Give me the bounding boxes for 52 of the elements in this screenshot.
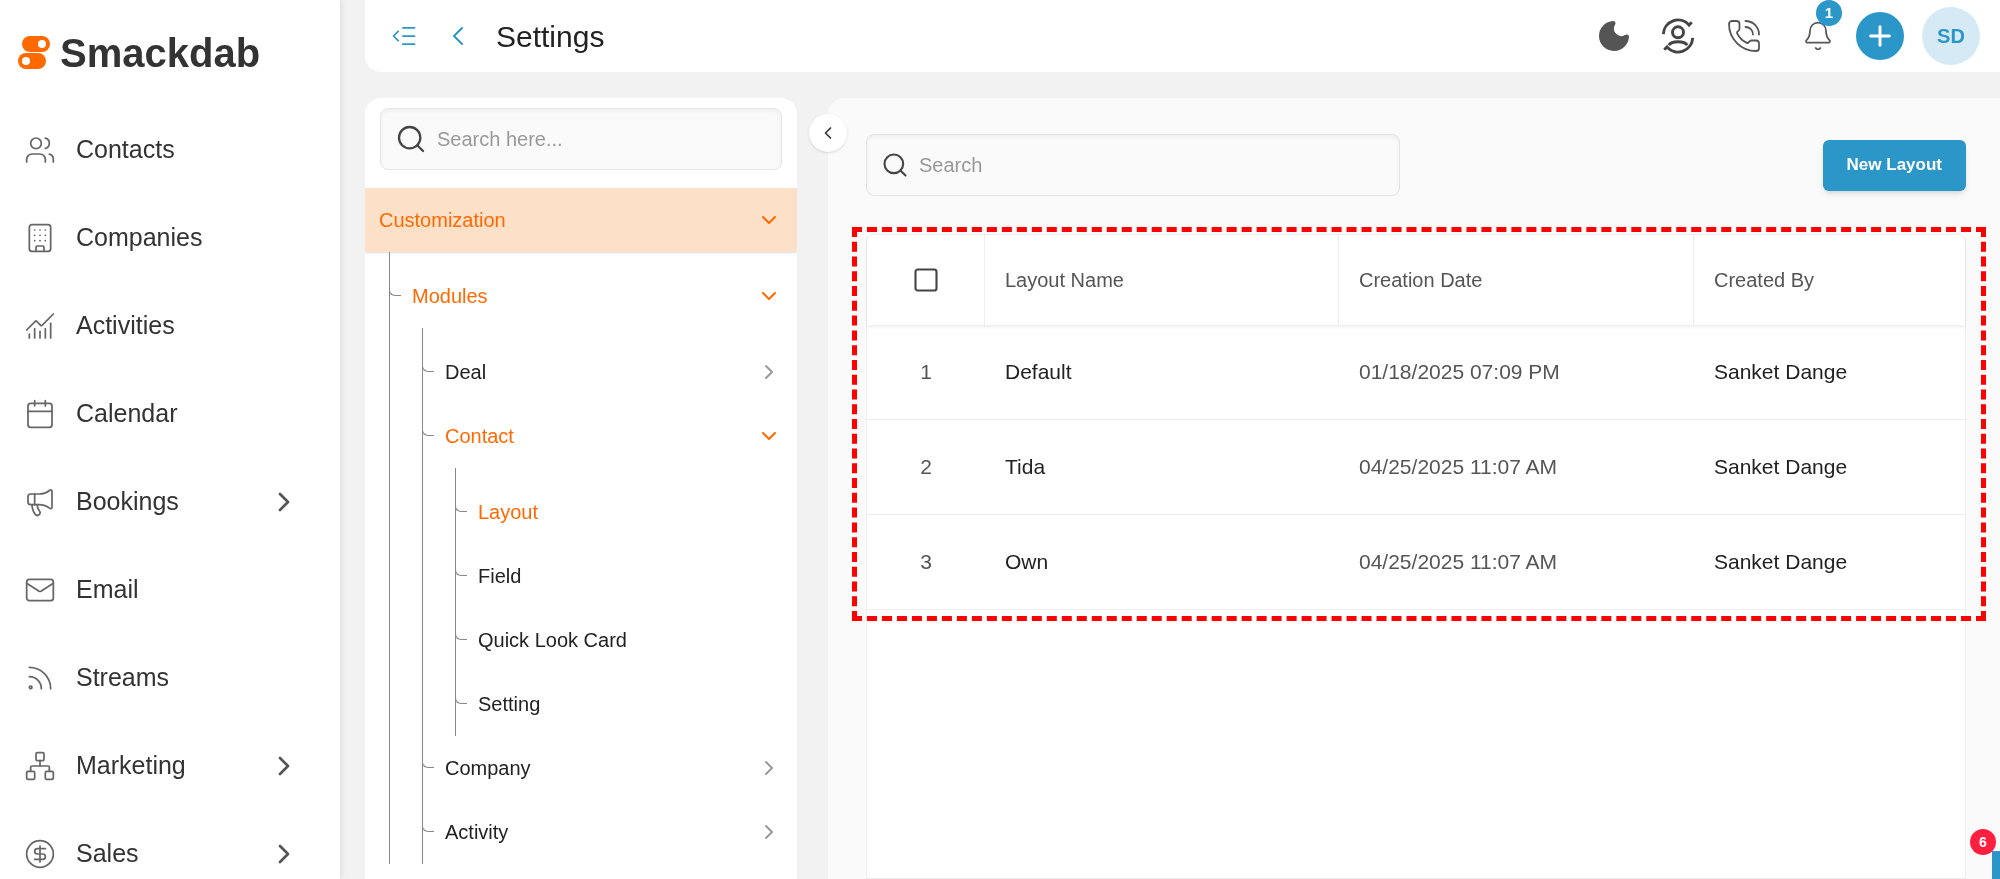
table-cell-text: Sanket Dange: [1713, 549, 1849, 576]
network-icon: [24, 750, 56, 782]
bell-icon[interactable]: [1802, 20, 1834, 52]
logo-icon: [16, 36, 52, 70]
tree-item[interactable]: Quick Look Card: [456, 608, 797, 672]
sidebar-item[interactable]: Companies: [16, 194, 340, 282]
row-number: 2: [920, 454, 932, 481]
search-icon: [881, 151, 909, 179]
sidebar-item[interactable]: Sales: [16, 810, 340, 879]
table-cell-text: 04/25/2025 11:07 AM: [1358, 454, 1559, 481]
table-cell-text: Tida: [1004, 454, 1047, 481]
layout-search-input[interactable]: Search: [919, 150, 1385, 180]
brand-name: Smackdab: [60, 30, 261, 77]
sidebar-item[interactable]: Calendar: [16, 370, 340, 458]
column-header: Created By: [1714, 268, 1815, 293]
sidebar-item[interactable]: Email: [16, 546, 340, 634]
tree-item[interactable]: Company: [423, 736, 797, 800]
add-button[interactable]: [1856, 12, 1904, 60]
tree-search-field[interactable]: Search here...: [380, 108, 782, 170]
sidebar-item[interactable]: Activities: [16, 282, 340, 370]
moon-icon[interactable]: [1596, 18, 1632, 54]
tree-search-input[interactable]: Search here...: [437, 124, 767, 154]
sidebar-item[interactable]: Bookings: [16, 458, 340, 546]
tree-item[interactable]: Setting: [456, 672, 797, 736]
table-cell-text: Default: [1004, 359, 1073, 386]
table-cell-text: Sanket Dange: [1713, 359, 1849, 386]
sidebar-item[interactable]: Contacts: [16, 106, 340, 194]
row-number: 3: [920, 549, 932, 576]
phone-icon[interactable]: [1726, 18, 1762, 54]
table-cell-text: 01/18/2025 07:09 PM: [1358, 359, 1561, 386]
table-cell-text: Own: [1004, 549, 1050, 576]
sidebar-item[interactable]: Marketing: [16, 722, 340, 810]
table-cell-text: 04/25/2025 11:07 AM: [1358, 549, 1559, 576]
megaphone-icon: [24, 486, 56, 518]
count-badge: 6: [1970, 829, 1996, 855]
dollar-icon: [24, 838, 56, 870]
layout-search-field[interactable]: Search: [866, 134, 1400, 196]
tree-item[interactable]: Activity: [423, 800, 797, 864]
tree-item[interactable]: Field: [456, 544, 797, 608]
column-header: Creation Date: [1359, 268, 1483, 293]
tree-item[interactable]: Deal: [423, 340, 797, 404]
chart-icon: [24, 310, 56, 342]
checkbox[interactable]: [911, 266, 940, 294]
notification-badge: 1: [1816, 0, 1842, 26]
search-icon: [395, 123, 427, 155]
column-header: Layout Name: [1005, 268, 1124, 293]
page-title: Settings: [496, 18, 605, 55]
row-number: 1: [920, 359, 932, 386]
calendar-icon: [24, 398, 56, 430]
table-cell-text: Sanket Dange: [1713, 454, 1849, 481]
people-icon: [24, 134, 56, 166]
sidebar-item[interactable]: Streams: [16, 634, 340, 722]
